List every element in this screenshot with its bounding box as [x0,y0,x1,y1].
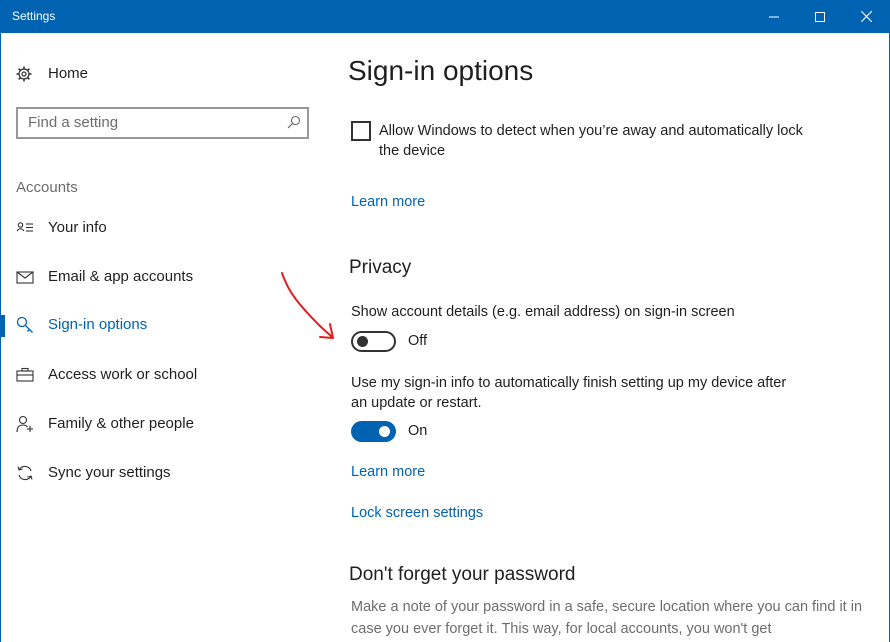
gear-icon [16,66,32,82]
maximize-icon [815,11,825,22]
auto-finish-state: On [408,423,428,439]
person-card-icon [16,222,33,232]
sidebar-item-label: Email & app accounts [48,268,194,285]
search-icon [287,115,301,129]
password-heading: Don't forget your password [349,564,576,585]
main-content: Sign-in options Allow Windows to detect … [330,33,888,642]
close-button[interactable] [843,0,889,33]
auto-finish-toggle[interactable] [351,421,396,442]
search-box[interactable] [16,107,309,139]
key-icon [16,316,33,333]
search-input[interactable] [28,114,278,131]
sidebar-item-label: Sign-in options [48,316,148,333]
briefcase-icon [16,367,34,382]
window-title: Settings [12,9,56,23]
lock-screen-settings-link[interactable]: Lock screen settings [351,505,483,521]
sidebar-item-label: Sync your settings [48,464,171,481]
show-account-details-label: Show account details (e.g. email address… [351,304,735,320]
maximize-button[interactable] [797,0,843,33]
away-lock-checkbox[interactable] [351,121,371,141]
toggle-knob [357,336,368,347]
sidebar-item-label: Family & other people [48,415,194,432]
minimize-icon [769,16,779,17]
sync-icon [17,465,33,481]
minimize-button[interactable] [751,0,797,33]
person-add-icon [16,415,33,433]
page-title: Sign-in options [348,55,534,86]
sidebar-item-label: Access work or school [48,366,198,383]
privacy-learn-more-link[interactable]: Learn more [351,464,425,480]
sidebar-item-label: Your info [48,219,107,236]
sidebar-item-access-work[interactable]: Access work or school [0,356,330,396]
sidebar-item-your-info[interactable]: Your info [0,209,330,249]
close-icon [860,11,872,22]
sidebar-item-sync[interactable]: Sync your settings [0,454,330,494]
selected-indicator [0,315,5,337]
away-lock-label: Allow Windows to detect when you’re away… [379,123,803,159]
show-account-details-state: Off [408,333,428,349]
learn-more-link[interactable]: Learn more [351,194,425,210]
auto-finish-label: Use my sign-in info to automatically fin… [351,375,787,411]
title-bar: Settings [0,0,890,33]
mail-icon [16,271,34,284]
privacy-heading: Privacy [349,257,412,278]
home-label: Home [48,65,89,82]
sidebar-item-family[interactable]: Family & other people [0,405,330,445]
red-arrow-annotation [281,272,334,339]
show-account-details-toggle[interactable] [351,331,396,352]
toggle-knob [379,426,390,437]
password-body: Make a note of your password in a safe, … [351,599,863,637]
accounts-section-label: Accounts [16,179,78,196]
